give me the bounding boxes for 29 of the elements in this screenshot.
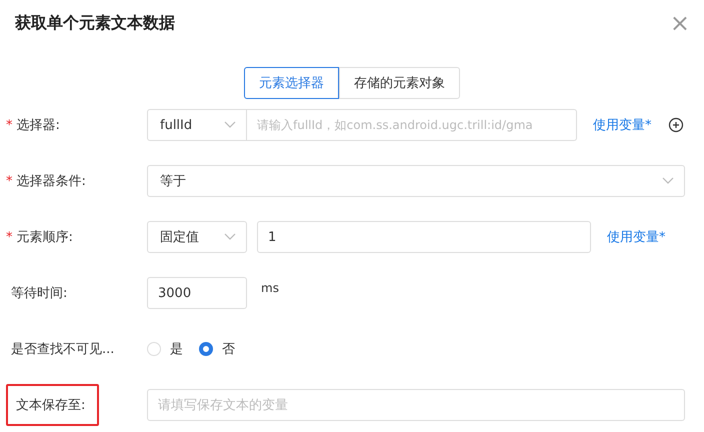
- use-variable-link[interactable]: 使用变量*: [593, 116, 652, 134]
- field-label: 选择器:: [16, 117, 61, 135]
- wait-time-input[interactable]: 3000: [147, 277, 247, 309]
- required-mark: *: [6, 118, 12, 132]
- tab[interactable]: 元素选择器: [244, 67, 339, 99]
- field-label: 是否查找不可见...: [10, 341, 116, 359]
- field-label: 等待时间:: [10, 285, 68, 303]
- field-label: 文本保存至:: [6, 384, 100, 426]
- chevron-down-icon: [224, 121, 236, 129]
- select-dropdown[interactable]: fullId: [147, 109, 247, 141]
- radio-button[interactable]: [199, 342, 213, 356]
- dialog-title: 获取单个元素文本数据: [15, 12, 175, 34]
- required-mark: *: [6, 174, 12, 188]
- use-variable-link[interactable]: 使用变量*: [607, 228, 666, 246]
- required-mark: *: [6, 230, 12, 244]
- select-dropdown[interactable]: 等于: [147, 165, 685, 197]
- save-variable-input[interactable]: 请填写保存文本的变量: [147, 389, 685, 421]
- tab[interactable]: 存储的元素对象: [339, 67, 460, 99]
- radio-option[interactable]: 是: [147, 340, 183, 358]
- field-label: 元素顺序:: [16, 229, 74, 247]
- selector-input[interactable]: 请输入fullId，如com.ss.android.ugc.trill:id/gma: [247, 109, 577, 141]
- unit-label: ms: [261, 281, 279, 295]
- chevron-down-icon: [224, 233, 236, 241]
- field-label: 选择器条件:: [16, 173, 87, 191]
- select-dropdown[interactable]: 固定值: [147, 221, 247, 253]
- chevron-down-icon: [662, 177, 674, 185]
- add-circle-icon[interactable]: [668, 117, 684, 133]
- order-input[interactable]: 1: [257, 221, 591, 253]
- radio-option[interactable]: 否: [199, 340, 235, 358]
